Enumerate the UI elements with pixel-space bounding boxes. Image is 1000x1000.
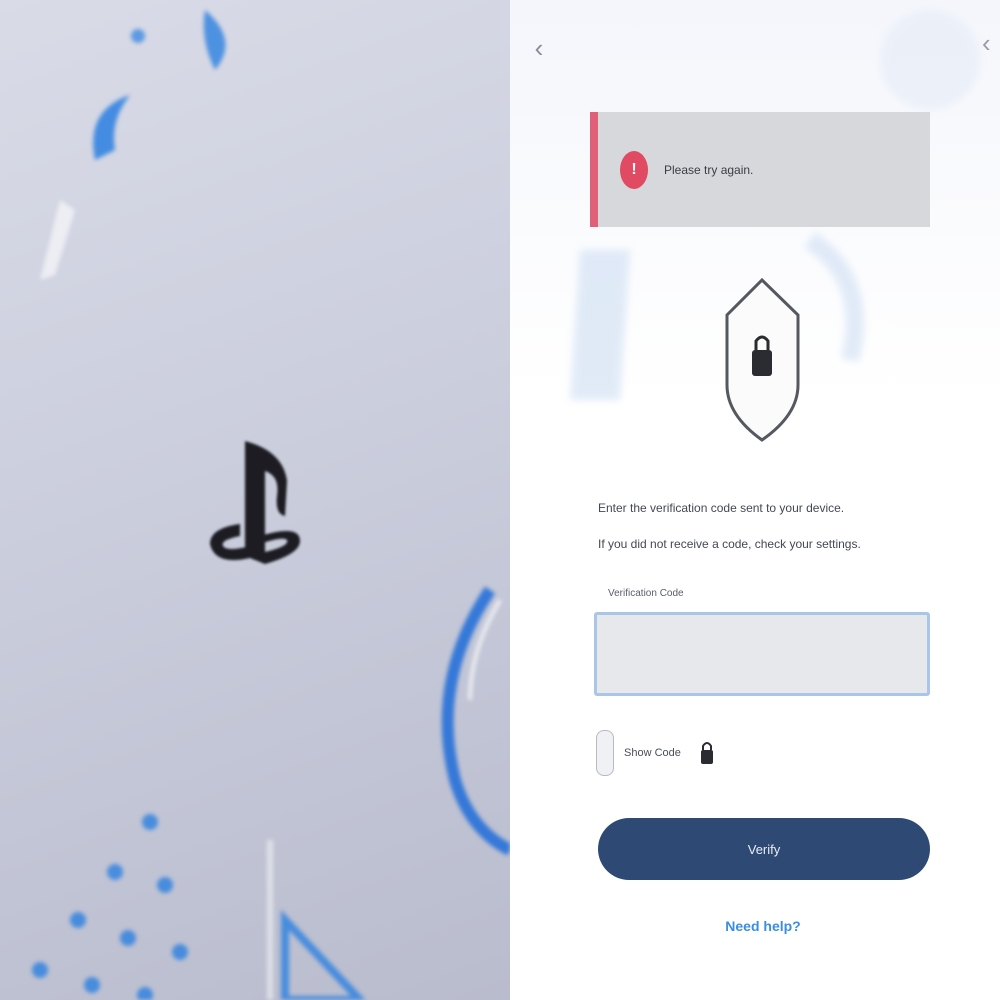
instructions-line-2: If you did not receive a code, check you… <box>598 537 861 551</box>
error-banner: ! Please try again. <box>590 112 930 227</box>
sign-in-panel: ‹ ‹ ! Please try again. Enter the verifi… <box>510 0 1000 1000</box>
shield-lock-icon <box>725 277 800 442</box>
chevron-icon: ‹ <box>982 28 991 58</box>
verify-button[interactable]: Verify <box>598 818 930 880</box>
brand-background-panel <box>0 0 510 1000</box>
instructions-line-1: Enter the verification code sent to your… <box>598 501 845 515</box>
show-code-label: Show Code <box>624 747 681 759</box>
lock-icon <box>699 740 715 766</box>
verification-code-input[interactable] <box>594 612 930 696</box>
chevron-left-icon: ‹ <box>534 32 544 63</box>
error-message: Please try again. <box>664 162 754 177</box>
corner-nav-button[interactable]: ‹ <box>982 28 1000 68</box>
back-button[interactable]: ‹ <box>524 28 554 68</box>
instructions-text: Enter the verification code sent to your… <box>598 490 928 562</box>
help-link[interactable]: Need help? <box>510 918 1000 934</box>
toggle-switch[interactable] <box>596 730 614 776</box>
error-icon: ! <box>620 150 648 189</box>
playstation-logo <box>210 441 300 564</box>
code-field-label: Verification Code <box>608 588 684 599</box>
show-code-toggle[interactable]: Show Code <box>596 730 715 776</box>
